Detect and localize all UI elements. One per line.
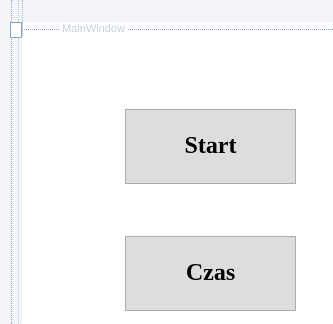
designer-surface: MainWindow Start Czas [0, 0, 333, 324]
ruler-guide-line [11, 0, 12, 324]
czas-button[interactable]: Czas [125, 236, 296, 311]
window-corner-handle[interactable] [10, 22, 22, 38]
window-title: MainWindow [60, 22, 127, 36]
left-ruler [0, 0, 23, 324]
start-button[interactable]: Start [125, 109, 296, 184]
ruler-guide-line [18, 0, 19, 324]
top-ruler [0, 0, 333, 22]
